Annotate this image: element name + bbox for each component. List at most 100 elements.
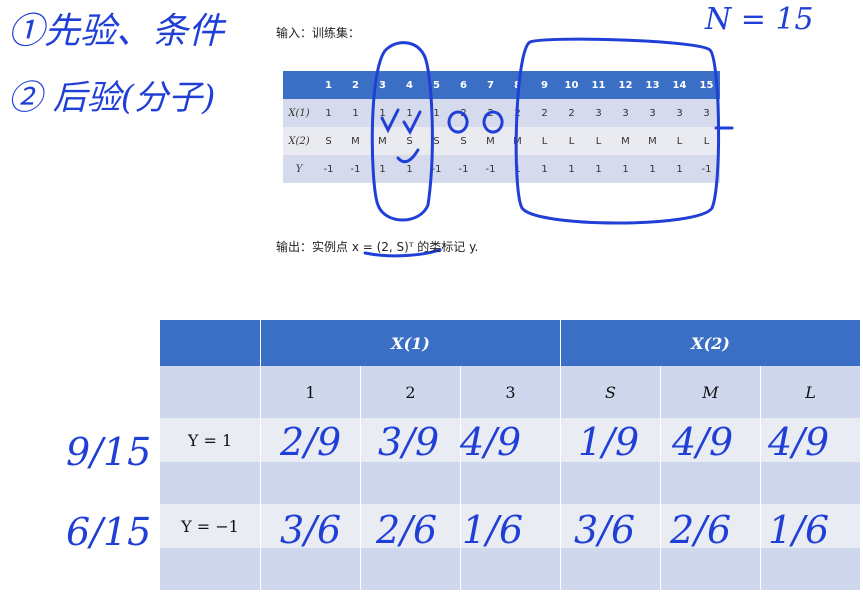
- training-header-cell: 5: [423, 71, 450, 99]
- training-header-cell: 15: [693, 71, 720, 99]
- column-header-row: 1 2 3 S M L: [160, 366, 861, 418]
- table-cell: 1: [369, 155, 396, 183]
- training-header-cell: 2: [342, 71, 369, 99]
- prior-negative: 6/15: [66, 510, 152, 554]
- row-label: Y = 1: [160, 418, 261, 462]
- table-cell: 1: [423, 99, 450, 127]
- spacer-row: [160, 462, 861, 504]
- training-header-cell: 14: [666, 71, 693, 99]
- table-cell: -1: [693, 155, 720, 183]
- training-row-y: Y -1 -1 1 1 -1 -1 -1 1 1 1 1 1 1 1 -1: [283, 155, 720, 183]
- table-cell: 3: [693, 99, 720, 127]
- table-cell: L: [676, 135, 683, 147]
- training-row-x1: X(1) 1 1 1 1 1 2 2 2 2 2 3 3 3 3 3: [283, 99, 720, 127]
- table-cell: S: [325, 135, 332, 147]
- table-cell: 1: [612, 155, 639, 183]
- column-header: 3: [460, 366, 561, 418]
- table-cell: M: [378, 135, 387, 147]
- cond-prob-positive: 4/9: [768, 420, 830, 464]
- training-header-row: 1 2 3 4 5 6 7 8 9 10 11 12 13 14 15: [283, 71, 720, 99]
- table-cell: 1: [342, 99, 369, 127]
- training-header-cell: 13: [639, 71, 666, 99]
- table-cell: 1: [315, 99, 342, 127]
- column-header: M: [660, 366, 761, 418]
- group-header-row: X(1) X(2): [160, 320, 861, 366]
- table-cell: 1: [639, 155, 666, 183]
- table-cell: -1: [477, 155, 504, 183]
- training-header-cell: 12: [612, 71, 639, 99]
- table-cell: 3: [585, 99, 612, 127]
- corner-cell: [160, 320, 261, 366]
- table-cell: 1: [504, 155, 531, 183]
- table-cell: 1: [369, 99, 396, 127]
- table-cell: 1: [396, 99, 423, 127]
- table-cell: 3: [612, 99, 639, 127]
- table-cell: -1: [450, 155, 477, 183]
- table-cell: L: [703, 135, 710, 147]
- column-header: S: [560, 366, 661, 418]
- cond-prob-negative: 1/6: [768, 508, 830, 552]
- training-header-cell: 9: [531, 71, 558, 99]
- note-n-equals: N = 15: [705, 2, 814, 37]
- row-label: X(1): [283, 99, 315, 127]
- cond-prob-negative: 1/6: [462, 508, 524, 552]
- training-header-cell: 4: [396, 71, 423, 99]
- training-header-cell: 7: [477, 71, 504, 99]
- cond-prob-negative: 3/6: [574, 508, 636, 552]
- cond-prob-positive: 2/9: [280, 420, 342, 464]
- table-cell: -1: [315, 155, 342, 183]
- input-label: 输入：训练集：: [276, 26, 361, 40]
- cond-prob-negative: 2/6: [376, 508, 438, 552]
- table-cell: -1: [423, 155, 450, 183]
- table-cell: L: [568, 135, 575, 147]
- table-cell: 2: [531, 99, 558, 127]
- training-header-cell: 3: [369, 71, 396, 99]
- note-line-2: ② 后验(分子): [8, 78, 216, 118]
- row-label: Y: [283, 155, 315, 183]
- table-cell: 1: [585, 155, 612, 183]
- training-header-cell: 8: [504, 71, 531, 99]
- table-cell: 2: [477, 99, 504, 127]
- column-header: L: [760, 366, 861, 418]
- table-cell: 2: [450, 99, 477, 127]
- prior-positive: 9/15: [66, 430, 152, 474]
- table-cell: S: [406, 135, 413, 147]
- row-label: X(2): [288, 135, 310, 147]
- table-cell: -1: [342, 155, 369, 183]
- cond-prob-negative: 3/6: [280, 508, 342, 552]
- table-cell: M: [351, 135, 360, 147]
- row-label: Y = −1: [160, 504, 261, 548]
- table-cell: 1: [531, 155, 558, 183]
- training-header-cell: 1: [315, 71, 342, 99]
- table-cell: M: [486, 135, 495, 147]
- corner-cell: [160, 366, 261, 418]
- spacer-row: [160, 548, 861, 590]
- cond-prob-positive: 4/9: [672, 420, 734, 464]
- training-header-cell: 11: [585, 71, 612, 99]
- cond-prob-positive: 3/9: [378, 420, 440, 464]
- cond-prob-positive: 4/9: [460, 420, 522, 464]
- output-label: 输出：实例点 x = (2, S)ᵀ 的类标记 y.: [276, 240, 479, 254]
- table-cell: L: [595, 135, 602, 147]
- training-header-cell: 10: [558, 71, 585, 99]
- table-cell: M: [513, 135, 522, 147]
- table-cell: S: [460, 135, 467, 147]
- column-header: 1: [260, 366, 361, 418]
- table-cell: L: [541, 135, 548, 147]
- cond-prob-negative: 2/6: [670, 508, 732, 552]
- training-table: 1 2 3 4 5 6 7 8 9 10 11 12 13 14 15 X(1)…: [283, 71, 720, 183]
- table-cell: 1: [558, 155, 585, 183]
- table-cell: 1: [396, 155, 423, 183]
- column-header: 2: [360, 366, 461, 418]
- group-header-x1: X(1): [260, 320, 561, 366]
- table-cell: 3: [639, 99, 666, 127]
- table-cell: 2: [558, 99, 585, 127]
- note-line-1: ①先验、条件: [8, 11, 225, 52]
- training-row-x2: X(2) S M M S S S M M L L L M M L L: [283, 127, 720, 155]
- training-header-cell: [283, 71, 315, 99]
- table-cell: 1: [666, 155, 693, 183]
- table-cell: 3: [666, 99, 693, 127]
- table-cell: S: [433, 135, 440, 147]
- cond-prob-positive: 1/9: [578, 420, 640, 464]
- table-cell: M: [621, 135, 630, 147]
